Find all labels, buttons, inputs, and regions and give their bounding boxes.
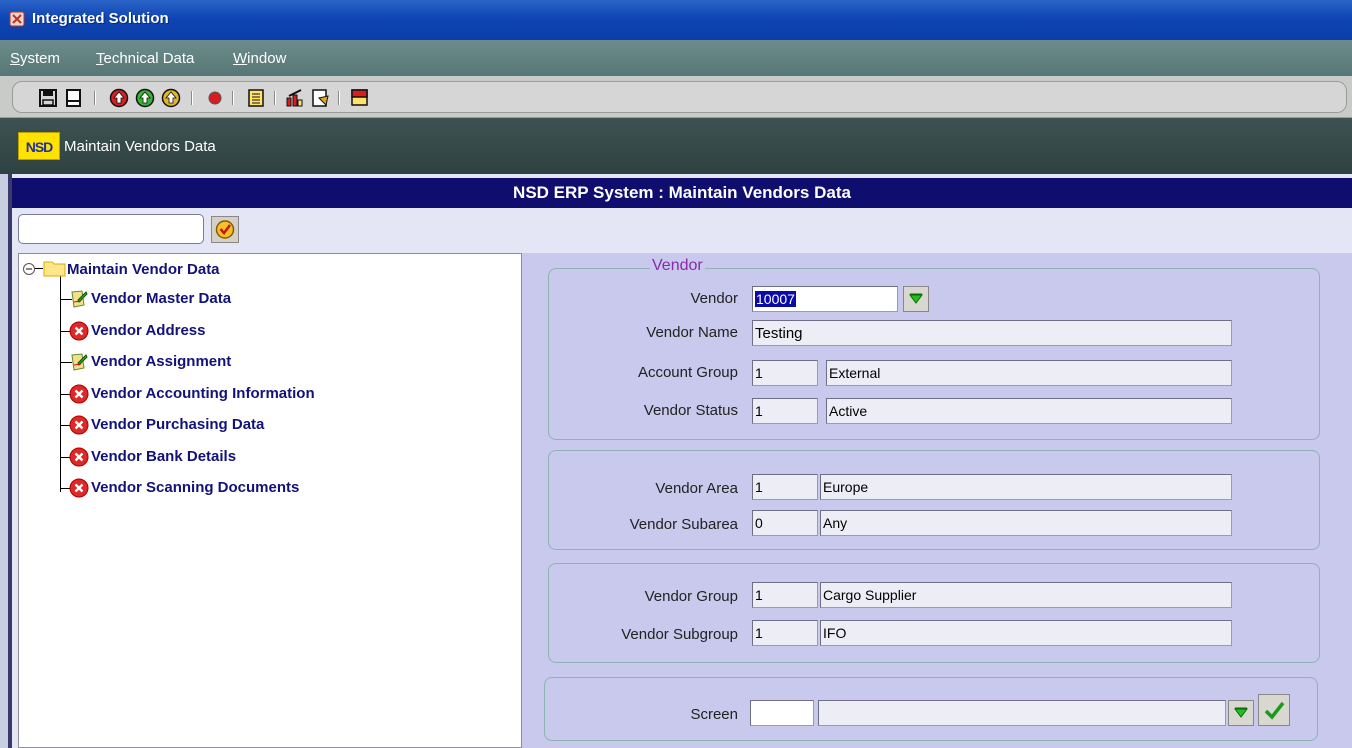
vendor-subgroup-desc-field: IFO: [820, 620, 1232, 646]
error-icon: [69, 447, 89, 467]
checkmark-icon: [1264, 701, 1285, 720]
error-icon: [69, 321, 89, 341]
vendor-status-code-field[interactable]: 1: [752, 398, 818, 424]
navigation-tree: Maintain Vendor Data Vendor Master Data V…: [18, 253, 522, 748]
toolbar-separator: [191, 91, 193, 105]
folder-open-icon: [43, 261, 66, 277]
menu-technical-rest: echnical Data: [103, 50, 195, 67]
search-go-button[interactable]: [211, 216, 239, 243]
screen-bar: NSD Maintain Vendors Data: [0, 118, 1352, 174]
screen-label: Screen: [690, 706, 738, 723]
vendor-area-label: Vendor Area: [655, 480, 738, 497]
tree-item[interactable]: Vendor Purchasing Data: [91, 416, 264, 433]
title-bar: Integrated Solution: [0, 0, 1352, 40]
menu-system[interactable]: System: [10, 50, 60, 67]
nsd-logo: NSD: [18, 132, 60, 160]
vendor-subarea-label: Vendor Subarea: [629, 516, 738, 533]
save-icon[interactable]: [38, 88, 58, 108]
screen-desc-field: [818, 700, 1226, 726]
tree-item[interactable]: Vendor Bank Details: [91, 448, 236, 465]
vendor-group-code-field[interactable]: 1: [752, 582, 818, 608]
tree-connector: [60, 272, 61, 492]
error-icon: [69, 415, 89, 435]
search-input[interactable]: [18, 214, 204, 244]
vendor-subarea-code-field[interactable]: 0: [752, 510, 818, 536]
menu-window-rest: indow: [247, 50, 287, 67]
previous-record-icon[interactable]: [161, 88, 181, 108]
vendor-name-field[interactable]: Testing: [752, 320, 1232, 346]
screen-lov-button[interactable]: [1228, 700, 1254, 726]
query-icon[interactable]: [311, 88, 331, 108]
tree-item[interactable]: Vendor Address: [91, 322, 205, 339]
vendor-legend: Vendor: [650, 257, 705, 275]
exit-icon[interactable]: [350, 88, 370, 108]
vendor-field[interactable]: 10007: [752, 286, 898, 312]
menu-system-mnemonic: S: [10, 50, 21, 67]
document-edit-icon: [69, 352, 89, 372]
tree-item[interactable]: Vendor Accounting Information: [91, 385, 315, 402]
toolbar-separator: [338, 91, 340, 105]
error-icon: [69, 478, 89, 498]
system-header: NSD ERP System : Maintain Vendors Data: [12, 178, 1352, 208]
window-title: Integrated Solution: [32, 10, 169, 27]
tree-item[interactable]: Vendor Scanning Documents: [91, 479, 299, 496]
screen-title: Maintain Vendors Data: [64, 138, 216, 155]
screen-go-button[interactable]: [1258, 694, 1290, 726]
menu-technical-data[interactable]: Technical Data: [96, 50, 194, 67]
first-record-icon[interactable]: [109, 88, 129, 108]
screen-code-field[interactable]: [750, 700, 814, 726]
menu-window-mnemonic: W: [233, 50, 248, 67]
account-group-label: Account Group: [637, 364, 738, 381]
vendor-label: Vendor: [690, 290, 738, 307]
toolbar-separator: [274, 91, 276, 105]
vendor-lov-button[interactable]: [903, 286, 929, 312]
vendor-subgroup-label: Vendor Subgroup: [621, 626, 738, 643]
vendor-subarea-desc-field: Any: [820, 510, 1232, 536]
vendor-status-label: Vendor Status: [643, 402, 738, 419]
dropdown-icon: [1234, 707, 1248, 718]
toolbar-separator: [232, 91, 234, 105]
error-icon: [69, 384, 89, 404]
vendor-group-desc-field: Cargo Supplier: [820, 582, 1232, 608]
vendor-status-desc-field: Active: [826, 398, 1232, 424]
group-group: [548, 563, 1320, 663]
menu-technical-mnemonic: T: [96, 50, 104, 67]
menu-window[interactable]: Window: [233, 50, 286, 67]
tree-root[interactable]: Maintain Vendor Data: [67, 261, 220, 278]
vendor-group-label: Vendor Group: [644, 588, 738, 605]
app-icon: [9, 11, 25, 27]
menu-system-rest: ystem: [20, 50, 61, 67]
vendor-name-label: Vendor Name: [646, 324, 738, 341]
toolbar: [0, 76, 1352, 118]
menu-bar: System Technical Data Window: [0, 40, 1352, 76]
next-record-icon[interactable]: [135, 88, 155, 108]
list-icon[interactable]: [246, 88, 266, 108]
tree-item[interactable]: Vendor Assignment: [91, 353, 231, 370]
dropdown-icon: [909, 293, 923, 304]
vendor-value: 10007: [755, 291, 796, 307]
collapse-icon[interactable]: [22, 262, 36, 276]
record-icon[interactable]: [205, 88, 225, 108]
chart-icon[interactable]: [285, 88, 305, 108]
document-edit-icon: [69, 289, 89, 309]
vendor-subgroup-code-field[interactable]: 1: [752, 620, 818, 646]
vendor-area-desc-field: Europe: [820, 474, 1232, 500]
vendor-area-code-field[interactable]: 1: [752, 474, 818, 500]
tree-item[interactable]: Vendor Master Data: [91, 290, 231, 307]
account-group-desc-field: External: [826, 360, 1232, 386]
toolbar-separator: [94, 91, 96, 105]
account-group-code-field[interactable]: 1: [752, 360, 818, 386]
tree-connector: [35, 268, 43, 269]
check-circle-icon: [215, 220, 235, 239]
print-icon[interactable]: [64, 88, 84, 108]
